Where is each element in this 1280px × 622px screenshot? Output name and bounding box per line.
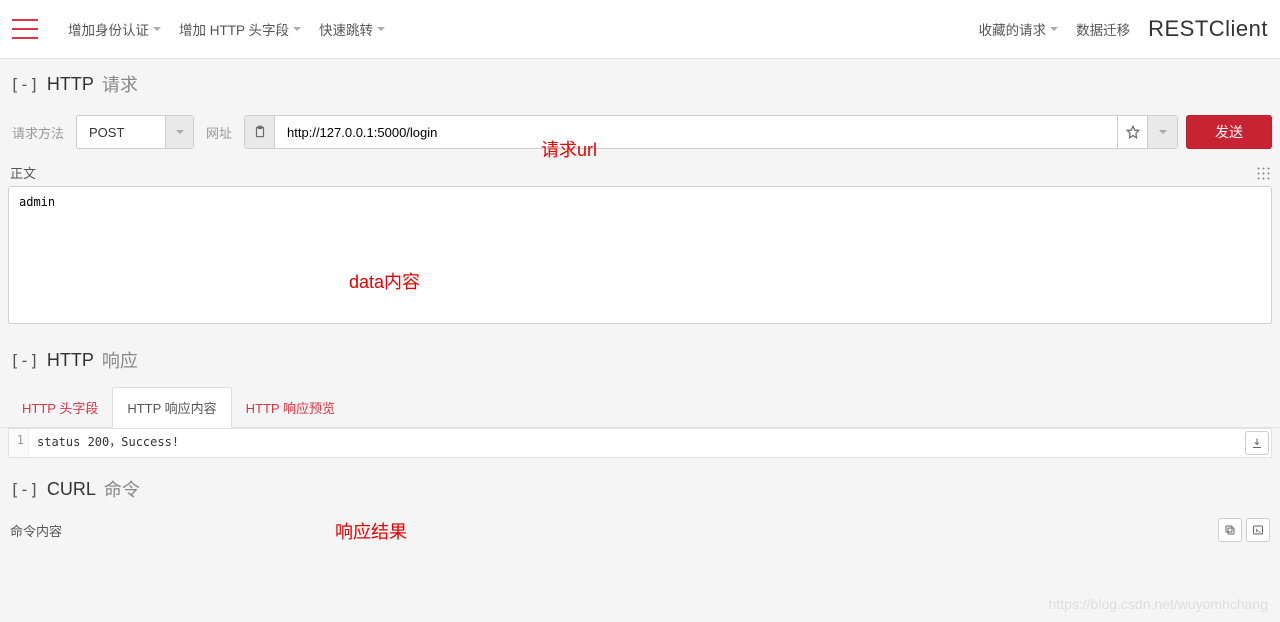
- caret-down-icon: [293, 27, 301, 31]
- response-text: status 200，Success!: [29, 429, 1243, 457]
- run-curl-button[interactable]: [1246, 518, 1270, 542]
- star-icon: [1126, 125, 1140, 139]
- toggle-response[interactable]: [-]: [10, 351, 39, 370]
- response-tabs: HTTP 头字段 HTTP 响应内容 HTTP 响应预览: [0, 387, 1280, 428]
- section-response-header: [-] HTTP 响应: [0, 335, 1280, 383]
- response-body: 1 status 200，Success!: [8, 428, 1272, 458]
- toggle-request[interactable]: [-]: [10, 75, 39, 94]
- section-response-subtitle: 响应: [102, 347, 138, 373]
- section-curl-header: [-] CURL 命令: [0, 464, 1280, 512]
- brand-label: RESTClient: [1148, 16, 1268, 42]
- method-label: 请求方法: [12, 123, 64, 142]
- method-select[interactable]: POST: [77, 116, 165, 148]
- url-group: [244, 115, 1178, 149]
- fav-star-button[interactable]: [1117, 116, 1147, 148]
- caret-down-icon: [1159, 130, 1167, 134]
- download-button[interactable]: [1245, 431, 1269, 455]
- copy-curl-button[interactable]: [1218, 518, 1242, 542]
- menu-jump-label: 快速跳转: [319, 19, 373, 39]
- menu-migrate-label: 数据迁移: [1076, 19, 1130, 39]
- tab-headers[interactable]: HTTP 头字段: [8, 388, 112, 427]
- section-response-title: HTTP: [47, 350, 94, 371]
- url-input[interactable]: [275, 116, 1117, 148]
- section-request-subtitle: 请求: [102, 71, 138, 97]
- curl-buttons: [1218, 518, 1270, 542]
- request-row: 请求方法 POST 网址 发送: [0, 107, 1280, 157]
- caret-down-icon: [377, 27, 385, 31]
- caret-down-icon: [153, 27, 161, 31]
- url-label: 网址: [206, 123, 232, 142]
- section-request-title: HTTP: [47, 74, 94, 95]
- paste-icon: [253, 125, 267, 139]
- grip-icon[interactable]: [1256, 166, 1270, 180]
- body-label: 正文: [10, 163, 36, 182]
- send-button[interactable]: 发送: [1186, 115, 1272, 149]
- terminal-icon: [1252, 524, 1264, 536]
- method-select-caret[interactable]: [165, 116, 193, 148]
- copy-icon: [1224, 524, 1236, 536]
- body-label-row: 正文: [0, 157, 1280, 186]
- section-request-header: [-] HTTP 请求: [0, 59, 1280, 107]
- caret-down-icon: [176, 130, 184, 134]
- paste-icon-box[interactable]: [245, 116, 275, 148]
- curl-content-label: 命令内容: [10, 521, 62, 540]
- method-select-wrap: POST: [76, 115, 194, 149]
- menu-headers[interactable]: 增加 HTTP 头字段: [179, 19, 301, 39]
- tab-preview[interactable]: HTTP 响应预览: [232, 388, 349, 427]
- watermark: https://blog.csdn.net/wuyomhchang: [1049, 596, 1268, 612]
- menu-favorites[interactable]: 收藏的请求: [979, 19, 1059, 39]
- menu-migrate[interactable]: 数据迁移: [1076, 19, 1130, 39]
- curl-row: 命令内容: [0, 512, 1280, 546]
- menu-auth-label: 增加身份认证: [68, 19, 149, 39]
- top-left: 增加身份认证 增加 HTTP 头字段 快速跳转: [12, 19, 385, 39]
- top-bar: 增加身份认证 增加 HTTP 头字段 快速跳转 收藏的请求 数据迁移 RESTC…: [0, 0, 1280, 58]
- top-right: 收藏的请求 数据迁移 RESTClient: [979, 16, 1268, 42]
- menu-fav-label: 收藏的请求: [979, 19, 1047, 39]
- menu-burger-icon[interactable]: [12, 19, 38, 39]
- section-curl-title: CURL: [47, 479, 96, 500]
- url-history-caret[interactable]: [1147, 116, 1177, 148]
- request-body-textarea[interactable]: [8, 186, 1272, 324]
- menu-auth[interactable]: 增加身份认证: [68, 19, 161, 39]
- download-icon: [1251, 437, 1263, 449]
- caret-down-icon: [1050, 27, 1058, 31]
- line-number: 1: [9, 429, 29, 457]
- section-curl-subtitle: 命令: [104, 476, 140, 502]
- tab-content[interactable]: HTTP 响应内容: [112, 387, 231, 428]
- menu-jump[interactable]: 快速跳转: [319, 19, 385, 39]
- toggle-curl[interactable]: [-]: [10, 480, 39, 499]
- menu-headers-label: 增加 HTTP 头字段: [179, 19, 289, 39]
